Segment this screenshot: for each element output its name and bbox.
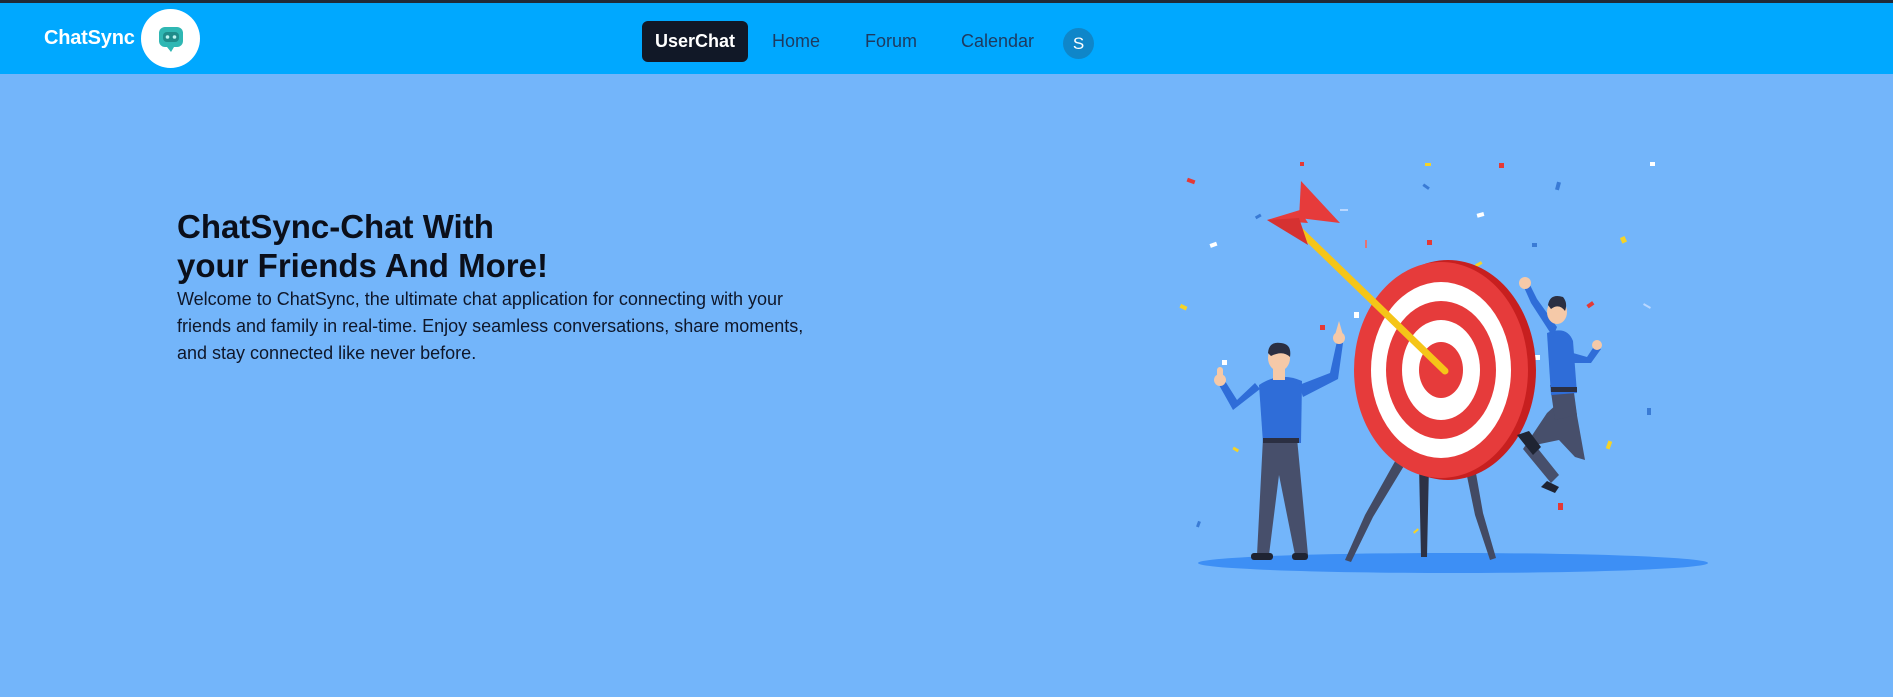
logo[interactable] <box>141 9 200 68</box>
person-left-illustration <box>1214 321 1345 560</box>
hero-title: ChatSync-Chat With your Friends And More… <box>177 207 777 285</box>
nav-link-forum[interactable]: Forum <box>865 21 917 62</box>
hero-description: Welcome to ChatSync, the ultimate chat a… <box>177 289 804 363</box>
user-avatar[interactable]: S <box>1063 28 1094 59</box>
hero-title-line-2: your Friends And More! <box>177 247 548 284</box>
hero-title-line-1: ChatSync-Chat With <box>177 208 494 245</box>
chat-bot-icon <box>158 26 183 52</box>
nav-link-userchat[interactable]: UserChat <box>642 21 749 62</box>
nav-link-home[interactable]: Home <box>772 21 820 62</box>
nav-link-calendar[interactable]: Calendar <box>961 21 1034 62</box>
target-celebration-illustration <box>1179 162 1708 573</box>
brand-name[interactable]: ChatSync <box>44 27 135 50</box>
navbar: ChatSync UserChat Home Forum Calendar S <box>0 3 1893 74</box>
